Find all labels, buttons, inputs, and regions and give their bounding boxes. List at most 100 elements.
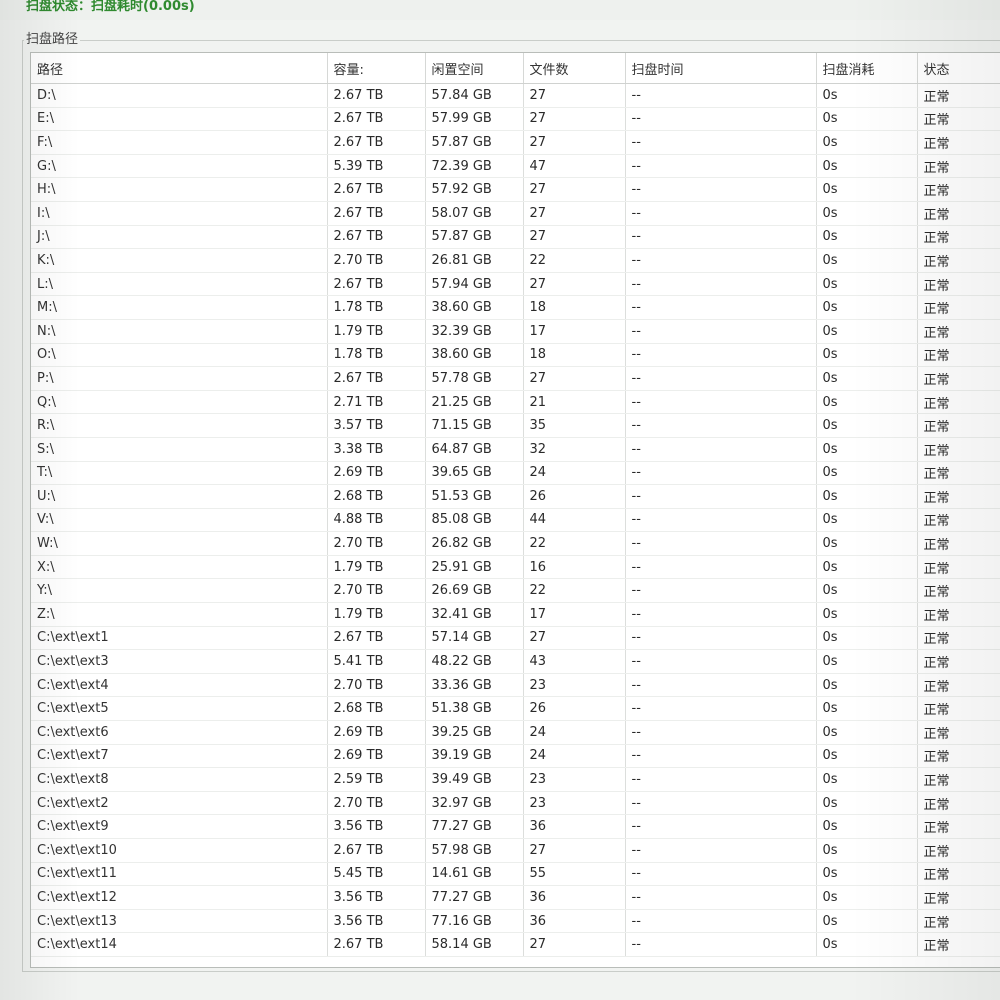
cell-scan-cost: 0s	[816, 531, 918, 556]
cell-scan-time: --	[625, 791, 817, 816]
cell-scan-time: --	[625, 649, 817, 674]
table-row[interactable]: C:\ext\ext4 2.70 TB 33.36 GB 23 -- 0s 正常	[31, 673, 1000, 698]
column-header-status[interactable]: 状态	[917, 53, 1000, 84]
cell-free-space: 48.22 GB	[425, 649, 524, 674]
cell-capacity: 2.70 TB	[327, 791, 426, 816]
cell-file-count: 27	[523, 107, 626, 132]
table-row[interactable]: E:\ 2.67 TB 57.99 GB 27 -- 0s 正常	[31, 107, 1000, 132]
cell-free-space: 58.07 GB	[425, 201, 524, 226]
table-row[interactable]: N:\ 1.79 TB 32.39 GB 17 -- 0s 正常	[31, 319, 1000, 344]
cell-scan-cost: 0s	[816, 673, 918, 698]
cell-scan-cost: 0s	[816, 225, 918, 250]
table-row[interactable]: C:\ext\ext12 3.56 TB 77.27 GB 36 -- 0s 正常	[31, 885, 1000, 910]
table-row[interactable]: F:\ 2.67 TB 57.87 GB 27 -- 0s 正常	[31, 130, 1000, 155]
cell-capacity: 3.38 TB	[327, 437, 426, 462]
table-row[interactable]: K:\ 2.70 TB 26.81 GB 22 -- 0s 正常	[31, 248, 1000, 273]
cell-status: 正常	[917, 437, 1000, 462]
scan-path-list[interactable]: 路径 容量: 闲置空间 文件数 扫盘时间 扫盘消耗 状态 D:\ 2.67 TB 5…	[30, 52, 1000, 968]
cell-scan-cost: 0s	[816, 272, 918, 297]
table-row[interactable]: C:\ext\ext10 2.67 TB 57.98 GB 27 -- 0s 正常	[31, 838, 1000, 863]
cell-status: 正常	[917, 932, 1000, 957]
cell-path: C:\ext\ext10	[31, 838, 328, 863]
cell-scan-time: --	[625, 814, 817, 839]
cell-path: R:\	[31, 413, 328, 438]
cell-file-count: 27	[523, 932, 626, 957]
cell-status: 正常	[917, 744, 1000, 769]
table-row[interactable]: C:\ext\ext7 2.69 TB 39.19 GB 24 -- 0s 正常	[31, 744, 1000, 769]
cell-path: X:\	[31, 555, 328, 580]
table-row[interactable]: J:\ 2.67 TB 57.87 GB 27 -- 0s 正常	[31, 225, 1000, 250]
cell-path: C:\ext\ext2	[31, 791, 328, 816]
cell-status: 正常	[917, 83, 1000, 108]
scan-path-table: 路径 容量: 闲置空间 文件数 扫盘时间 扫盘消耗 状态 D:\ 2.67 TB 5…	[31, 53, 1000, 957]
cell-free-space: 26.82 GB	[425, 531, 524, 556]
cell-file-count: 17	[523, 602, 626, 627]
cell-scan-time: --	[625, 366, 817, 391]
table-row[interactable]: P:\ 2.67 TB 57.78 GB 27 -- 0s 正常	[31, 366, 1000, 391]
cell-file-count: 27	[523, 272, 626, 297]
cell-free-space: 57.78 GB	[425, 366, 524, 391]
cell-status: 正常	[917, 673, 1000, 698]
cell-free-space: 57.98 GB	[425, 838, 524, 863]
table-row[interactable]: C:\ext\ext2 2.70 TB 32.97 GB 23 -- 0s 正常	[31, 791, 1000, 816]
table-row[interactable]: R:\ 3.57 TB 71.15 GB 35 -- 0s 正常	[31, 413, 1000, 438]
cell-scan-cost: 0s	[816, 390, 918, 415]
table-row[interactable]: C:\ext\ext8 2.59 TB 39.49 GB 23 -- 0s 正常	[31, 767, 1000, 792]
table-row[interactable]: U:\ 2.68 TB 51.53 GB 26 -- 0s 正常	[31, 484, 1000, 509]
table-row[interactable]: M:\ 1.78 TB 38.60 GB 18 -- 0s 正常	[31, 295, 1000, 320]
table-row[interactable]: C:\ext\ext9 3.56 TB 77.27 GB 36 -- 0s 正常	[31, 814, 1000, 839]
table-row[interactable]: T:\ 2.69 TB 39.65 GB 24 -- 0s 正常	[31, 461, 1000, 486]
table-row[interactable]: W:\ 2.70 TB 26.82 GB 22 -- 0s 正常	[31, 531, 1000, 556]
cell-capacity: 3.56 TB	[327, 909, 426, 934]
cell-file-count: 27	[523, 626, 626, 651]
cell-scan-cost: 0s	[816, 248, 918, 273]
cell-file-count: 24	[523, 461, 626, 486]
column-header-scan-cost[interactable]: 扫盘消耗	[816, 53, 918, 84]
table-row[interactable]: H:\ 2.67 TB 57.92 GB 27 -- 0s 正常	[31, 177, 1000, 202]
cell-path: V:\	[31, 508, 328, 533]
table-row[interactable]: S:\ 3.38 TB 64.87 GB 32 -- 0s 正常	[31, 437, 1000, 462]
cell-capacity: 2.68 TB	[327, 696, 426, 722]
cell-scan-cost: 0s	[816, 343, 918, 368]
table-row[interactable]: Y:\ 2.70 TB 26.69 GB 22 -- 0s 正常	[31, 578, 1000, 604]
cell-free-space: 26.69 GB	[425, 578, 524, 604]
cell-path: C:\ext\ext11	[31, 862, 328, 887]
table-row[interactable]: I:\ 2.67 TB 58.07 GB 27 -- 0s 正常	[31, 201, 1000, 226]
table-row[interactable]: V:\ 4.88 TB 85.08 GB 44 -- 0s 正常	[31, 508, 1000, 533]
table-row[interactable]: Z:\ 1.79 TB 32.41 GB 17 -- 0s 正常	[31, 602, 1000, 627]
column-header-scan-time[interactable]: 扫盘时间	[625, 53, 817, 84]
cell-status: 正常	[917, 107, 1000, 132]
cell-file-count: 16	[523, 555, 626, 580]
scan-paths-group-title: 扫盘路径	[24, 28, 81, 47]
cell-free-space: 57.87 GB	[425, 130, 524, 155]
column-header-capacity[interactable]: 容量:	[327, 53, 426, 84]
table-row[interactable]: X:\ 1.79 TB 25.91 GB 16 -- 0s 正常	[31, 555, 1000, 580]
cell-path: I:\	[31, 201, 328, 226]
table-row[interactable]: G:\ 5.39 TB 72.39 GB 47 -- 0s 正常	[31, 154, 1000, 179]
column-header-file-count[interactable]: 文件数	[523, 53, 626, 84]
cell-capacity: 2.67 TB	[327, 838, 426, 863]
table-row[interactable]: C:\ext\ext6 2.69 TB 39.25 GB 24 -- 0s 正常	[31, 720, 1000, 745]
cell-capacity: 2.70 TB	[327, 578, 426, 604]
table-row[interactable]: L:\ 2.67 TB 57.94 GB 27 -- 0s 正常	[31, 272, 1000, 297]
table-row[interactable]: C:\ext\ext1 2.67 TB 57.14 GB 27 -- 0s 正常	[31, 626, 1000, 651]
cell-file-count: 23	[523, 767, 626, 792]
table-row[interactable]: C:\ext\ext3 5.41 TB 48.22 GB 43 -- 0s 正常	[31, 649, 1000, 674]
table-row[interactable]: D:\ 2.67 TB 57.84 GB 27 -- 0s 正常	[31, 83, 1000, 108]
table-row[interactable]: O:\ 1.78 TB 38.60 GB 18 -- 0s 正常	[31, 343, 1000, 368]
cell-file-count: 22	[523, 248, 626, 273]
column-header-free-space[interactable]: 闲置空间	[425, 53, 524, 84]
cell-status: 正常	[917, 390, 1000, 415]
table-row[interactable]: C:\ext\ext14 2.67 TB 58.14 GB 27 -- 0s 正常	[31, 932, 1000, 957]
cell-status: 正常	[917, 696, 1000, 722]
table-row[interactable]: Q:\ 2.71 TB 21.25 GB 21 -- 0s 正常	[31, 390, 1000, 415]
cell-scan-cost: 0s	[816, 838, 918, 863]
column-header-path[interactable]: 路径	[31, 53, 328, 84]
cell-capacity: 1.79 TB	[327, 555, 426, 580]
cell-scan-cost: 0s	[816, 696, 918, 722]
table-row[interactable]: C:\ext\ext5 2.68 TB 51.38 GB 26 -- 0s 正常	[31, 696, 1000, 722]
table-row[interactable]: C:\ext\ext13 3.56 TB 77.16 GB 36 -- 0s 正常	[31, 909, 1000, 934]
cell-status: 正常	[917, 201, 1000, 226]
cell-capacity: 2.69 TB	[327, 744, 426, 769]
table-row[interactable]: C:\ext\ext11 5.45 TB 14.61 GB 55 -- 0s 正常	[31, 862, 1000, 887]
